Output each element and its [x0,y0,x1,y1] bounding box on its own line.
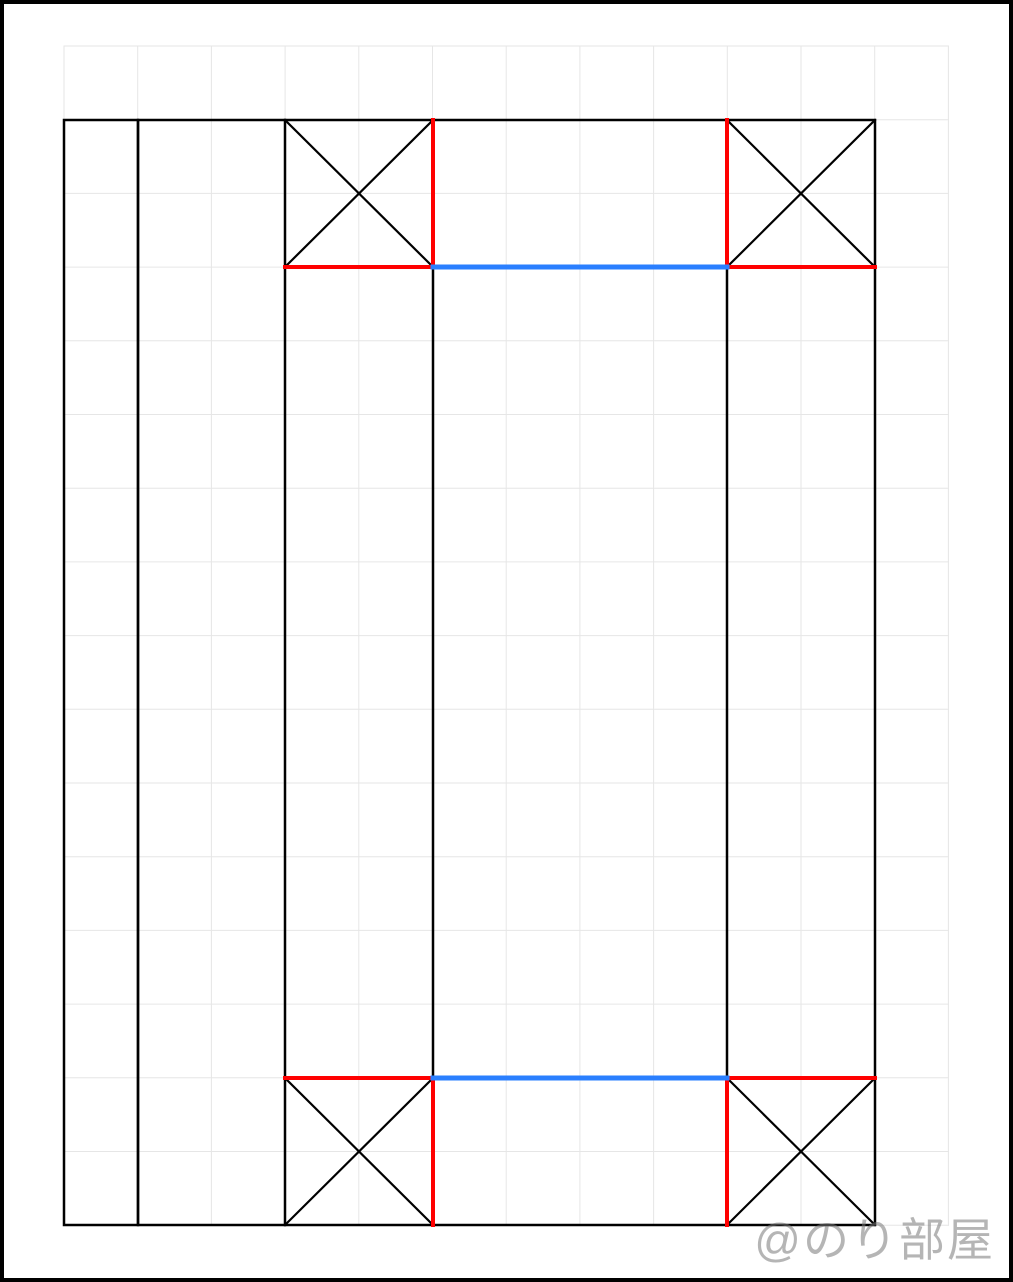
crease-pattern-svg [4,4,1009,1278]
diagram-canvas: @のり部屋 [0,0,1013,1282]
